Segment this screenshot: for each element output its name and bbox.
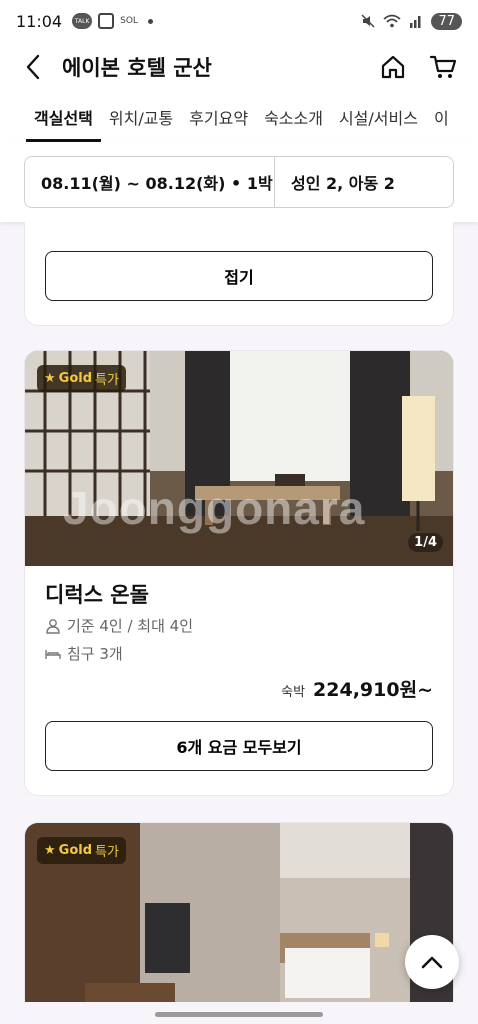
badge-gold-text: Gold <box>58 843 93 858</box>
home-button[interactable] <box>378 52 408 82</box>
search-conditions-bar: 08.11(월) ~ 08.12(화) • 1박 성인 2, 아동 2 <box>0 142 478 222</box>
talk-icon: TALK <box>72 13 93 29</box>
price-row: 숙박 224,910원~ <box>281 675 433 702</box>
signal-icon <box>410 16 421 28</box>
system-icons: 77 <box>361 12 462 30</box>
room-card-next[interactable]: ★ Gold 특가 <box>24 822 454 1002</box>
back-arrow-icon <box>26 54 40 80</box>
view-all-rates-button[interactable]: 6개 요금 모두보기 <box>45 721 433 771</box>
sol-bank-icon: SOL <box>120 16 138 26</box>
star-icon: ★ <box>44 843 56 858</box>
gold-deal-badge: ★ Gold 특가 <box>37 365 126 392</box>
photo-watermark: Joonggonara <box>63 482 366 534</box>
home-icon <box>381 55 405 79</box>
person-icon <box>46 618 60 634</box>
bed-text: 침구 3개 <box>67 645 123 663</box>
gesture-navigation-bar <box>0 1002 478 1024</box>
room-card-deluxe-ondol[interactable]: Joonggonara ★ Gold 특가 1/4 디럭스 온돌 기준 4인 /… <box>24 350 454 796</box>
badge-special-text: 특가 <box>95 845 119 860</box>
chevron-up-icon <box>421 956 443 969</box>
price-value: 224,910원~ <box>313 679 433 701</box>
room-name: 디럭스 온돌 <box>45 583 149 607</box>
photo-counter: 1/4 <box>408 533 443 552</box>
room-photo[interactable]: Joonggonara ★ Gold 특가 1/4 <box>25 351 453 566</box>
dot-icon <box>147 18 153 24</box>
capacity-row: 기준 4인 / 최대 4인 <box>45 615 193 636</box>
room-photo[interactable]: ★ Gold 특가 <box>25 823 453 1002</box>
tab-review-summary[interactable]: 후기요약 <box>181 92 256 142</box>
status-time: 11:04 <box>16 11 63 31</box>
badge-special-text: 특가 <box>95 373 119 388</box>
price-label: 숙박 <box>281 685 306 700</box>
guest-selector[interactable]: 성인 2, 아동 2 <box>275 170 395 194</box>
app-header: 에이본 호텔 군산 <box>0 42 478 92</box>
scroll-to-top-button[interactable] <box>405 935 459 989</box>
capacity-text: 기준 4인 / 최대 4인 <box>67 617 194 635</box>
cart-icon <box>429 55 457 78</box>
home-gesture-handle[interactable] <box>155 1012 323 1017</box>
page-title: 에이본 호텔 군산 <box>62 56 212 80</box>
tab-property-intro[interactable]: 숙소소개 <box>256 92 331 142</box>
badge-gold-text: Gold <box>58 371 93 386</box>
notification-icons: TALK SOL <box>72 13 153 29</box>
tab-location[interactable]: 위치/교통 <box>101 92 181 142</box>
room-card-previous: 접기 <box>24 222 454 326</box>
tab-room-select[interactable]: 객실선택 <box>26 92 101 142</box>
bed-row: 침구 3개 <box>45 643 123 664</box>
star-icon: ★ <box>44 371 56 386</box>
bed-icon <box>45 649 61 659</box>
section-tabs: 객실선택 위치/교통 후기요약 숙소소개 시설/서비스 이 <box>0 92 478 142</box>
back-button[interactable] <box>8 42 58 92</box>
status-bar: 11:04 TALK SOL 77 <box>0 0 478 42</box>
wifi-icon <box>383 14 402 28</box>
battery-icon: 77 <box>431 12 462 30</box>
search-conditions-box: 08.11(월) ~ 08.12(화) • 1박 성인 2, 아동 2 <box>24 156 454 208</box>
screenshot-icon <box>98 13 115 29</box>
cart-button[interactable] <box>428 52 458 82</box>
tab-facilities[interactable]: 시설/서비스 <box>331 92 426 142</box>
gold-deal-badge: ★ Gold 특가 <box>37 837 126 864</box>
tab-more[interactable]: 이 <box>426 92 457 142</box>
room-list[interactable]: 접기 Joonggonara ★ Gold 특가 1/4 디럭스 온돌 기준 4… <box>0 222 478 1002</box>
mute-icon <box>361 14 375 28</box>
collapse-button[interactable]: 접기 <box>45 251 433 301</box>
date-range-selector[interactable]: 08.11(월) ~ 08.12(화) • 1박 <box>25 157 275 207</box>
